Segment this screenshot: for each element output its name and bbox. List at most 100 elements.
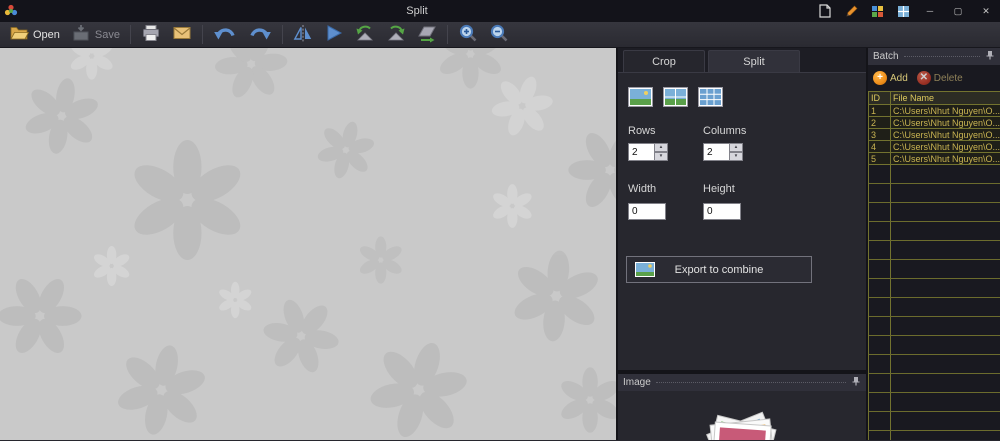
batch-table-empty-row bbox=[869, 241, 1000, 260]
batch-table-row[interactable]: 1 C:\Users\Nhut Nguyen\O... bbox=[869, 105, 1000, 117]
toolbar-separator bbox=[130, 25, 131, 44]
batch-table-row[interactable]: 5 C:\Users\Nhut Nguyen\O... bbox=[869, 153, 1000, 165]
flip-vertical-button[interactable] bbox=[319, 23, 349, 47]
columns-spin-up-icon[interactable]: ▲ bbox=[730, 143, 743, 152]
tab-crop[interactable]: Crop bbox=[623, 50, 705, 72]
zoom-in-icon bbox=[458, 23, 478, 46]
batch-empty-id-cell bbox=[869, 298, 891, 316]
batch-empty-id-cell bbox=[869, 412, 891, 430]
rows-spin-down-icon[interactable]: ▼ bbox=[655, 152, 668, 161]
batch-empty-id-cell bbox=[869, 355, 891, 373]
image-preview-panel[interactable] bbox=[618, 391, 866, 440]
print-button[interactable] bbox=[136, 23, 166, 47]
combine-tool-icon[interactable] bbox=[864, 0, 890, 22]
split-crop-panel: Crop Split Rows Columns 2 ▲ ▼ 2 ▲ ▼ Widt… bbox=[618, 48, 868, 440]
open-button[interactable]: Open bbox=[4, 23, 65, 47]
maximize-button[interactable]: ▢ bbox=[944, 0, 972, 22]
export-image-icon bbox=[635, 262, 655, 280]
rows-spin-up-icon[interactable]: ▲ bbox=[655, 143, 668, 152]
batch-table-row[interactable]: 3 C:\Users\Nhut Nguyen\O... bbox=[869, 129, 1000, 141]
batch-empty-id-cell bbox=[869, 336, 891, 354]
rows-input[interactable] bbox=[628, 143, 655, 161]
skew-button[interactable] bbox=[412, 23, 442, 47]
batch-table-header: ID File Name bbox=[869, 92, 1000, 105]
batch-empty-file-cell bbox=[891, 241, 1000, 259]
delete-icon[interactable]: ✕ bbox=[916, 71, 931, 85]
height-input[interactable] bbox=[703, 203, 741, 220]
id-column-header[interactable]: ID bbox=[869, 92, 891, 104]
batch-table-row[interactable]: 2 C:\Users\Nhut Nguyen\O... bbox=[869, 117, 1000, 129]
batch-empty-id-cell bbox=[869, 222, 891, 240]
columns-spin-down-icon[interactable]: ▼ bbox=[730, 152, 743, 161]
split-mode-2-thumbnail[interactable] bbox=[663, 87, 688, 107]
add-button[interactable]: Add bbox=[890, 73, 908, 84]
split-mode-3-thumbnail[interactable] bbox=[698, 87, 723, 107]
flip-horizontal-icon bbox=[293, 23, 313, 46]
batch-row-id: 5 bbox=[869, 153, 891, 164]
batch-row-file-name: C:\Users\Nhut Nguyen\O... bbox=[893, 142, 1000, 152]
rows-label: Rows bbox=[628, 125, 656, 137]
flip-vertical-icon bbox=[324, 23, 344, 46]
undo-button[interactable] bbox=[208, 23, 242, 47]
titlebar: Split ─ ▢ ✕ bbox=[0, 0, 1000, 22]
close-button[interactable]: ✕ bbox=[972, 0, 1000, 22]
header-dotted-line bbox=[903, 56, 980, 57]
pin-icon[interactable] bbox=[851, 376, 861, 389]
batch-row-file-name: C:\Users\Nhut Nguyen\O... bbox=[893, 154, 1000, 164]
batch-empty-id-cell bbox=[869, 260, 891, 278]
batch-panel-title: Batch bbox=[873, 51, 899, 62]
width-label: Width bbox=[628, 183, 657, 195]
batch-empty-file-cell bbox=[891, 317, 1000, 335]
image-canvas[interactable] bbox=[0, 48, 618, 440]
batch-toolbar: + Add ✕ Delete bbox=[868, 65, 1000, 91]
rotate-left-button[interactable] bbox=[350, 23, 380, 47]
add-icon[interactable]: + bbox=[873, 71, 887, 85]
batch-table-empty-row bbox=[869, 279, 1000, 298]
minimize-button[interactable]: ─ bbox=[916, 0, 944, 22]
photo-stack-image bbox=[706, 411, 778, 440]
toolbar-separator bbox=[282, 25, 283, 44]
zoom-out-button[interactable] bbox=[484, 23, 514, 47]
image-panel-title: Image bbox=[623, 377, 651, 388]
batch-table: ID File Name 1 C:\Users\Nhut Nguyen\O... 2… bbox=[868, 91, 1000, 440]
batch-empty-id-cell bbox=[869, 393, 891, 411]
split-mode-1-thumbnail[interactable] bbox=[628, 87, 653, 107]
batch-row-id: 1 bbox=[869, 105, 891, 116]
batch-row-file-name: C:\Users\Nhut Nguyen\O... bbox=[893, 130, 1000, 140]
batch-table-empty-row bbox=[869, 222, 1000, 241]
batch-empty-id-cell bbox=[869, 317, 891, 335]
open-button-label: Open bbox=[33, 28, 60, 41]
flip-horizontal-button[interactable] bbox=[288, 23, 318, 47]
edit-pencil-icon[interactable] bbox=[838, 0, 864, 22]
batch-empty-id-cell bbox=[869, 203, 891, 221]
batch-row-id: 2 bbox=[869, 117, 891, 128]
width-input[interactable] bbox=[628, 203, 666, 220]
zoom-out-icon bbox=[489, 23, 509, 46]
open-folder-icon bbox=[9, 23, 30, 46]
batch-table-empty-row bbox=[869, 203, 1000, 222]
envelope-icon bbox=[172, 23, 192, 46]
batch-table-row[interactable]: 4 C:\Users\Nhut Nguyen\O... bbox=[869, 141, 1000, 153]
columns-input[interactable] bbox=[703, 143, 730, 161]
email-button[interactable] bbox=[167, 23, 197, 47]
export-to-combine-button[interactable]: Export to combine bbox=[626, 256, 812, 283]
tab-split[interactable]: Split bbox=[708, 50, 800, 72]
save-button[interactable]: Save bbox=[66, 23, 125, 47]
batch-empty-file-cell bbox=[891, 374, 1000, 392]
zoom-in-button[interactable] bbox=[453, 23, 483, 47]
split-mode-thumbnails bbox=[628, 87, 866, 107]
file-name-column-header[interactable]: File Name bbox=[891, 92, 1000, 104]
split-tool-icon[interactable] bbox=[890, 0, 916, 22]
batch-empty-file-cell bbox=[891, 165, 1000, 183]
new-file-icon[interactable] bbox=[812, 0, 838, 22]
columns-label: Columns bbox=[703, 125, 747, 137]
batch-table-body: 1 C:\Users\Nhut Nguyen\O... 2 C:\Users\Nhut… bbox=[869, 105, 1000, 440]
batch-empty-file-cell bbox=[891, 412, 1000, 430]
pin-icon[interactable] bbox=[985, 50, 995, 63]
batch-empty-file-cell bbox=[891, 355, 1000, 373]
delete-button[interactable]: Delete bbox=[934, 73, 963, 84]
rotate-right-button[interactable] bbox=[381, 23, 411, 47]
save-icon bbox=[71, 23, 91, 46]
redo-button[interactable] bbox=[243, 23, 277, 47]
batch-table-empty-row bbox=[869, 431, 1000, 440]
